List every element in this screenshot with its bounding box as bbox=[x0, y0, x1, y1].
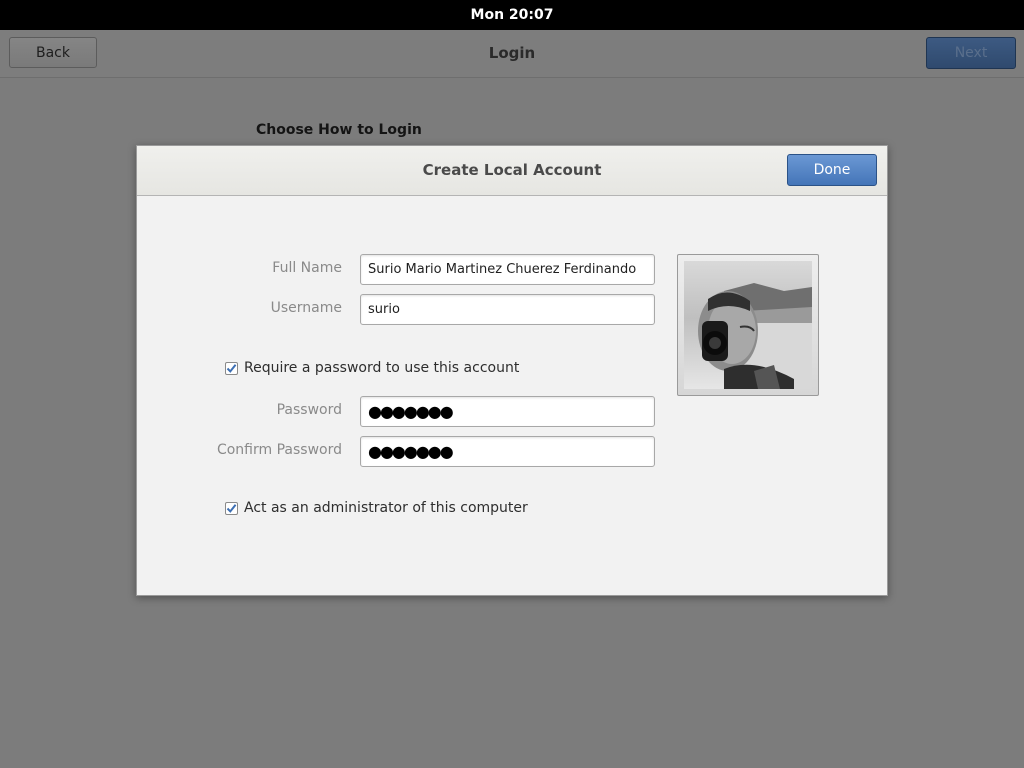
password-field[interactable]: ●●●●●●● bbox=[360, 396, 655, 427]
avatar-button[interactable] bbox=[677, 254, 819, 396]
create-account-dialog: Create Local Account Done Full Name Suri… bbox=[136, 145, 888, 596]
page-title: Login bbox=[488, 44, 536, 62]
admin-label: Act as an administrator of this computer bbox=[244, 500, 528, 516]
done-button[interactable]: Done bbox=[787, 154, 877, 186]
check-icon bbox=[226, 363, 237, 373]
require-password-row[interactable]: Require a password to use this account bbox=[225, 360, 519, 376]
user-avatar-photo-icon bbox=[684, 261, 812, 389]
admin-row[interactable]: Act as an administrator of this computer bbox=[225, 500, 528, 516]
require-password-checkbox[interactable] bbox=[225, 361, 238, 375]
admin-checkbox[interactable] bbox=[225, 501, 238, 515]
next-button[interactable]: Next bbox=[926, 37, 1016, 69]
dialog-title: Create Local Account bbox=[422, 161, 602, 179]
header-bar: Back Login Next bbox=[0, 30, 1024, 78]
dialog-header: Create Local Account Done bbox=[137, 146, 887, 196]
clock[interactable]: Mon 20:07 bbox=[471, 7, 554, 23]
password-value: ●●●●●●● bbox=[368, 402, 454, 421]
full-name-value: Surio Mario Martinez Chuerez Ferdinando bbox=[368, 262, 637, 277]
confirm-password-field[interactable]: ●●●●●●● bbox=[360, 436, 655, 467]
confirm-password-value: ●●●●●●● bbox=[368, 442, 454, 461]
full-name-field[interactable]: Surio Mario Martinez Chuerez Ferdinando bbox=[360, 254, 655, 285]
username-field[interactable]: surio bbox=[360, 294, 655, 325]
check-icon bbox=[226, 503, 237, 513]
confirm-password-label: Confirm Password bbox=[216, 442, 342, 458]
password-label: Password bbox=[276, 402, 342, 418]
section-heading: Choose How to Login bbox=[256, 122, 422, 138]
full-name-label: Full Name bbox=[272, 260, 342, 276]
username-value: surio bbox=[368, 302, 400, 317]
system-top-bar: Mon 20:07 bbox=[0, 0, 1024, 30]
require-password-label: Require a password to use this account bbox=[244, 360, 520, 376]
username-label: Username bbox=[270, 300, 342, 316]
